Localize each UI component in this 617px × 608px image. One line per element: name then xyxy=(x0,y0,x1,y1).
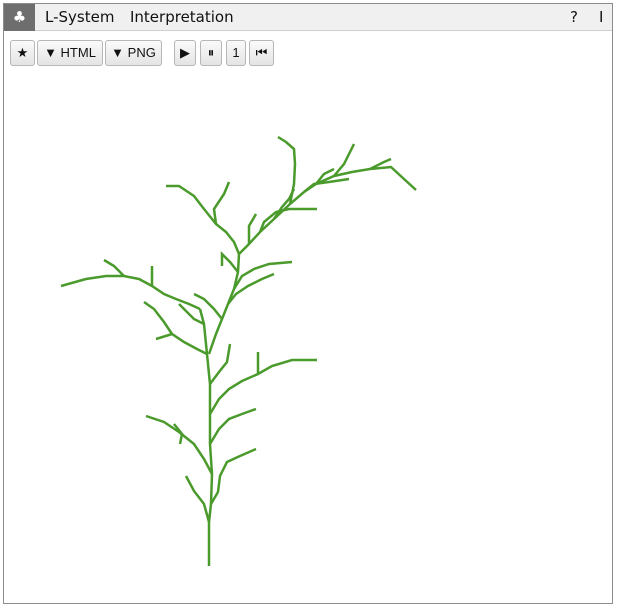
lsystem-canvas xyxy=(60,135,417,566)
lsystem-plant xyxy=(60,135,417,566)
app-window: ♣ L-System Interpretation ? I ★ ▼ HTML ▼… xyxy=(3,3,613,604)
